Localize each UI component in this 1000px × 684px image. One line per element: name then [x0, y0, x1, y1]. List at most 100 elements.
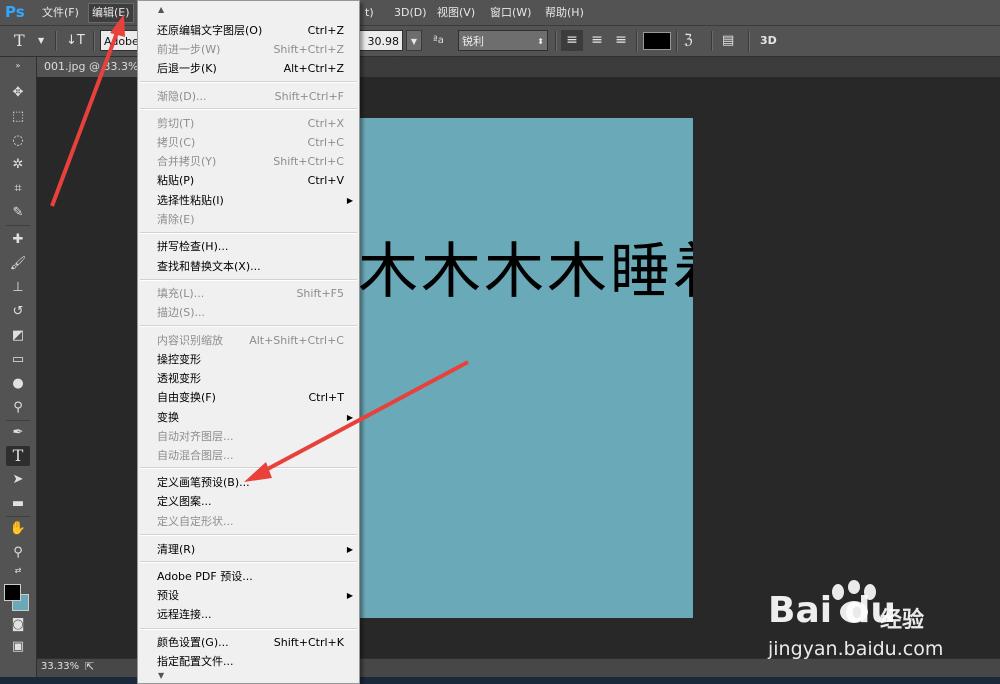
menu-separator [140, 561, 357, 563]
align-right-icon[interactable]: ≡ [611, 30, 631, 51]
menu-3d[interactable]: 3D(D) [391, 5, 430, 21]
edit-menu-item[interactable]: 粘贴(P) Ctrl+V [138, 171, 359, 190]
edit-menu-item-label: 拷贝(C) [157, 136, 196, 149]
edit-menu-item[interactable]: 自由变换(F) Ctrl+T [138, 388, 359, 407]
canvas-text-layer[interactable]: 木木木木睡着 [360, 223, 693, 310]
font-size-dropdown-icon[interactable]: ▼ [406, 30, 422, 51]
edit-menu-item[interactable]: 清除(E) [138, 210, 359, 229]
edit-menu-item[interactable]: 查找和替换文本(X)... [138, 257, 359, 276]
edit-menu-item-label: 定义自定形状... [157, 515, 234, 528]
export-icon[interactable]: ⇱ [85, 660, 94, 673]
menu-separator [140, 108, 357, 110]
crop-tool-icon[interactable]: ⌗ [6, 179, 30, 199]
edit-menu-item[interactable]: Adobe PDF 预设... [138, 567, 359, 586]
eraser-icon[interactable]: ◩ [6, 326, 30, 346]
dodge-tool-icon[interactable]: ⚲ [6, 398, 30, 418]
font-size-field[interactable]: 30.98 点 [358, 30, 403, 69]
brush-tool-icon[interactable]: 🖌 [6, 254, 30, 274]
edit-menu-item[interactable]: 透视变形 [138, 369, 359, 388]
edit-menu-item[interactable]: 清理(R) ▶ [138, 540, 359, 559]
antialias-icon: ªa [433, 35, 444, 46]
path-selection-icon[interactable]: ➤ [6, 470, 30, 490]
healing-brush-icon[interactable]: ✚ [6, 230, 30, 250]
edit-menu-item[interactable]: 定义画笔预设(B)... [138, 473, 359, 492]
menu-edit[interactable]: 编辑(E) [88, 3, 134, 23]
edit-menu-item[interactable]: 还原编辑文字图层(O) Ctrl+Z [138, 21, 359, 40]
lasso-tool-icon[interactable]: ◌ [6, 131, 30, 151]
blur-tool-icon[interactable]: ● [6, 374, 30, 394]
artboard[interactable]: 木木木木睡着 [360, 118, 693, 618]
edit-menu-item[interactable]: 描边(S)... [138, 303, 359, 322]
edit-menu-item[interactable]: 定义自定形状... [138, 512, 359, 531]
zoom-level[interactable]: 33.33% [41, 661, 79, 672]
move-tool-icon[interactable]: ✥ [6, 83, 30, 103]
edit-menu-item[interactable]: 渐隐(D)... Shift+Ctrl+F [138, 87, 359, 106]
font-family-select[interactable]: Adobe ... [100, 30, 140, 69]
edit-menu-item[interactable]: 后退一步(K) Alt+Ctrl+Z [138, 59, 359, 78]
edit-menu-item[interactable]: 预设 ▶ [138, 586, 359, 605]
tool-preset-chevron-icon[interactable]: ▼ [38, 30, 44, 51]
eyedropper-icon[interactable]: ✎ [6, 203, 30, 223]
edit-menu-item-label: 合并拷贝(Y) [157, 155, 217, 168]
zoom-tool-icon[interactable]: ⚲ [6, 543, 30, 563]
edit-menu-item[interactable]: 选择性粘贴(I) ▶ [138, 191, 359, 210]
gradient-tool-icon[interactable]: ▭ [6, 350, 30, 370]
watermark-url: jingyan.baidu.com [768, 638, 944, 660]
document-tab[interactable]: 001.jpg @ 33.3% ( [37, 57, 141, 77]
warp-text-icon[interactable]: ℨ [684, 30, 693, 51]
edit-menu-item[interactable]: 指定配置文件... [138, 652, 359, 671]
collapse-panel-icon[interactable]: » [6, 61, 30, 71]
edit-menu-item[interactable]: 剪切(T) Ctrl+X [138, 114, 359, 133]
rectangle-tool-icon[interactable]: ▬ [6, 494, 30, 514]
watermark-cn: 经验 [880, 608, 925, 633]
edit-menu-item[interactable]: 操控变形 [138, 350, 359, 369]
edit-menu-item[interactable]: 远程连接... [138, 605, 359, 624]
edit-menu-item[interactable]: 自动对齐图层... [138, 427, 359, 446]
edit-menu-item-label: 后退一步(K) [157, 62, 217, 75]
edit-menu-item-label: 定义图案... [157, 495, 212, 508]
edit-menu-item-shortcut: Ctrl+X [307, 117, 344, 130]
pen-tool-icon[interactable]: ✒ [6, 423, 30, 443]
menu-filter[interactable]: t) [362, 5, 377, 21]
foreground-color-swatch[interactable] [4, 584, 21, 601]
antialias-value: 锐利 [462, 35, 484, 48]
menu-file[interactable]: 文件(F) [39, 5, 82, 21]
edit-menu-item[interactable]: 定义图案... [138, 492, 359, 511]
edit-menu-item[interactable]: 拼写检查(H)... [138, 237, 359, 256]
edit-menu-item-label: 自由变换(F) [157, 391, 216, 404]
toggle-orientation-icon[interactable]: ↓T [66, 30, 85, 51]
screen-mode-icon[interactable]: ▣ [6, 637, 30, 657]
type-tool-selected-icon[interactable]: T [6, 446, 30, 466]
swap-colors-icon[interactable]: ⇄ [6, 565, 30, 577]
menu-view[interactable]: 视图(V) [434, 5, 478, 21]
text-color-swatch[interactable] [643, 32, 671, 50]
edit-menu-item[interactable]: 内容识别缩放 Alt+Shift+Ctrl+C [138, 331, 359, 350]
3d-button[interactable]: 3D [760, 30, 777, 51]
edit-menu-item[interactable]: 合并拷贝(Y) Shift+Ctrl+C [138, 152, 359, 171]
menu-separator [140, 325, 357, 327]
magic-wand-icon[interactable]: ✲ [6, 155, 30, 175]
menu-help[interactable]: 帮助(H) [542, 5, 587, 21]
align-left-icon[interactable]: ≡ [561, 30, 583, 51]
edit-menu-item[interactable]: 变换 ▶ [138, 408, 359, 427]
edit-menu-item-label: 操控变形 [157, 353, 201, 366]
edit-menu-item-label: 定义画笔预设(B)... [157, 476, 250, 489]
edit-menu-item[interactable]: 拷贝(C) Ctrl+C [138, 133, 359, 152]
character-panel-icon[interactable]: ▤ [722, 30, 734, 51]
menu-scroll-up-icon[interactable]: ▲ [158, 5, 164, 14]
edit-menu-item[interactable]: 颜色设置(G)... Shift+Ctrl+K [138, 633, 359, 652]
clone-stamp-icon[interactable]: ⊥ [6, 278, 30, 298]
align-center-icon[interactable]: ≡ [587, 30, 607, 51]
edit-menu-item-label: 颜色设置(G)... [157, 636, 229, 649]
edit-menu-item[interactable]: 填充(L)... Shift+F5 [138, 284, 359, 303]
antialias-select[interactable]: 锐利 ⬍ [458, 30, 548, 51]
quick-mask-icon[interactable]: ◙ [6, 615, 30, 635]
menu-window[interactable]: 窗口(W) [487, 5, 534, 21]
edit-menu-item[interactable]: 前进一步(W) Shift+Ctrl+Z [138, 40, 359, 59]
menu-scroll-down-icon[interactable]: ▼ [158, 671, 164, 680]
history-brush-icon[interactable]: ↺ [6, 302, 30, 322]
marquee-tool-icon[interactable]: ⬚ [6, 107, 30, 127]
edit-menu-item[interactable]: 自动混合图层... [138, 446, 359, 465]
type-tool-icon[interactable]: T [14, 30, 25, 51]
hand-tool-icon[interactable]: ✋ [6, 519, 30, 539]
